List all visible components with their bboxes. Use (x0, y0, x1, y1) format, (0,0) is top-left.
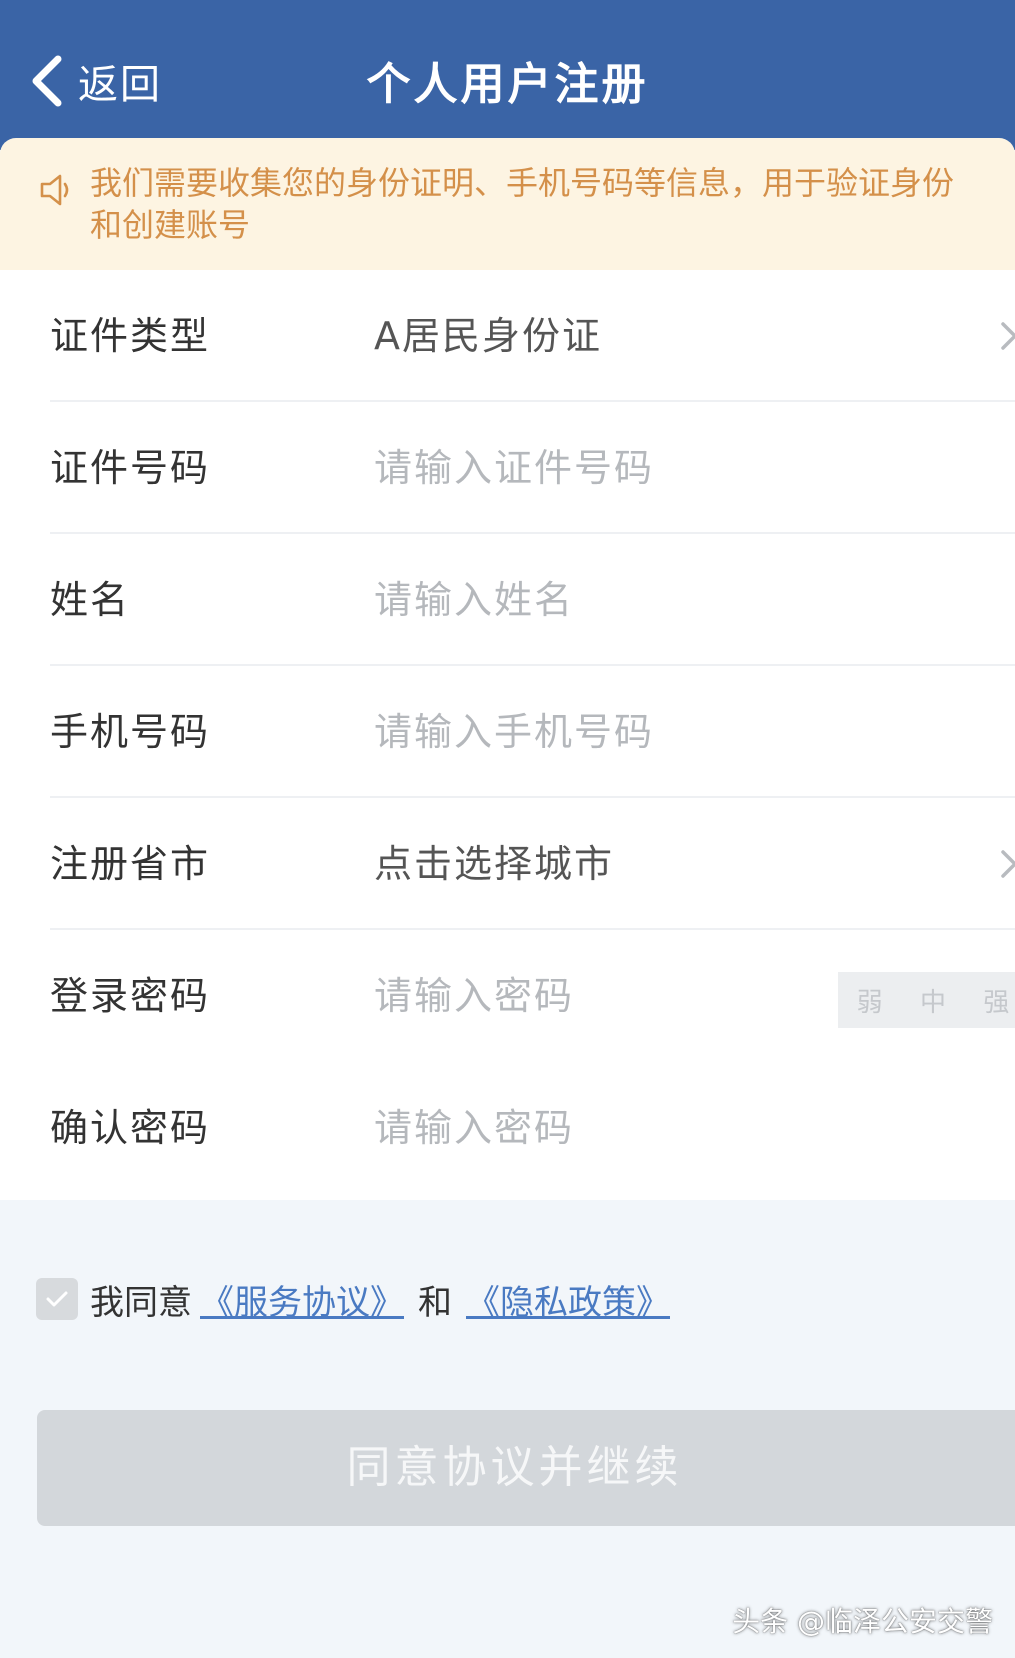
submit-button[interactable]: 同意协议并继续 (37, 1410, 1015, 1526)
password-input[interactable] (374, 930, 814, 1062)
id-number-input[interactable] (374, 402, 814, 534)
check-icon (46, 1291, 68, 1307)
agreement-row: 我同意 《服务协议》 和 《隐私政策》 (36, 1275, 678, 1324)
speaker-icon (40, 174, 69, 206)
service-agreement-link[interactable]: 《服务协议》 (200, 1275, 404, 1324)
phone-input[interactable] (374, 666, 814, 798)
row-confirm-password: 确认密码 (0, 1062, 1015, 1194)
strength-medium: 中 (919, 987, 946, 1018)
chevron-right-icon (1001, 850, 1015, 878)
agree-checkbox[interactable] (36, 1278, 78, 1320)
privacy-policy-link[interactable]: 《隐私政策》 (466, 1275, 670, 1324)
chevron-right-icon (1001, 322, 1015, 350)
notice-banner: 我们需要收集您的身份证明、手机号码等信息，用于验证身份 和创建账号 (0, 138, 1015, 270)
id-type-select[interactable]: A居民身份证 (374, 270, 602, 402)
registration-form: 证件类型 A居民身份证 证件号码 姓名 手机号码 注册省市 点击选择城市 (0, 270, 1015, 1200)
password-strength-meter: 弱 中 强 (838, 972, 1015, 1028)
row-id-number: 证件号码 (0, 402, 1015, 534)
row-name: 姓名 (0, 534, 1015, 666)
id-number-label: 证件号码 (50, 446, 211, 490)
confirm-password-input[interactable] (374, 1062, 814, 1194)
page-title: 个人用户注册 (366, 59, 649, 110)
watermark: 头条 @临泽公安交警 (732, 1605, 993, 1638)
notice-line-1: 我们需要收集您的身份证明、手机号码等信息，用于验证身份 (90, 164, 955, 202)
header-bar: 返回 个人用户注册 (0, 0, 1015, 150)
phone-label: 手机号码 (50, 710, 211, 754)
notice-text: 我们需要收集您的身份证明、手机号码等信息，用于验证身份 和创建账号 (90, 162, 1015, 246)
strength-weak: 弱 (856, 987, 883, 1018)
agree-prefix: 我同意 (90, 1282, 192, 1323)
city-label: 注册省市 (50, 842, 211, 886)
id-type-label: 证件类型 (50, 314, 211, 358)
confirm-password-label: 确认密码 (50, 1106, 211, 1150)
strength-strong: 强 (983, 987, 1010, 1018)
registration-page: 返回 个人用户注册 我们需要收集您的身份证明、手机号码等信息，用于验证身份 和创… (0, 0, 1015, 1658)
row-id-type[interactable]: 证件类型 A居民身份证 (0, 270, 1015, 402)
name-input[interactable] (374, 534, 814, 666)
row-phone: 手机号码 (0, 666, 1015, 798)
password-label: 登录密码 (50, 974, 211, 1018)
city-select[interactable]: 点击选择城市 (374, 798, 614, 930)
row-city[interactable]: 注册省市 点击选择城市 (0, 798, 1015, 930)
notice-line-2: 和创建账号 (90, 206, 251, 244)
name-label: 姓名 (50, 578, 131, 622)
agree-and: 和 (418, 1282, 452, 1323)
